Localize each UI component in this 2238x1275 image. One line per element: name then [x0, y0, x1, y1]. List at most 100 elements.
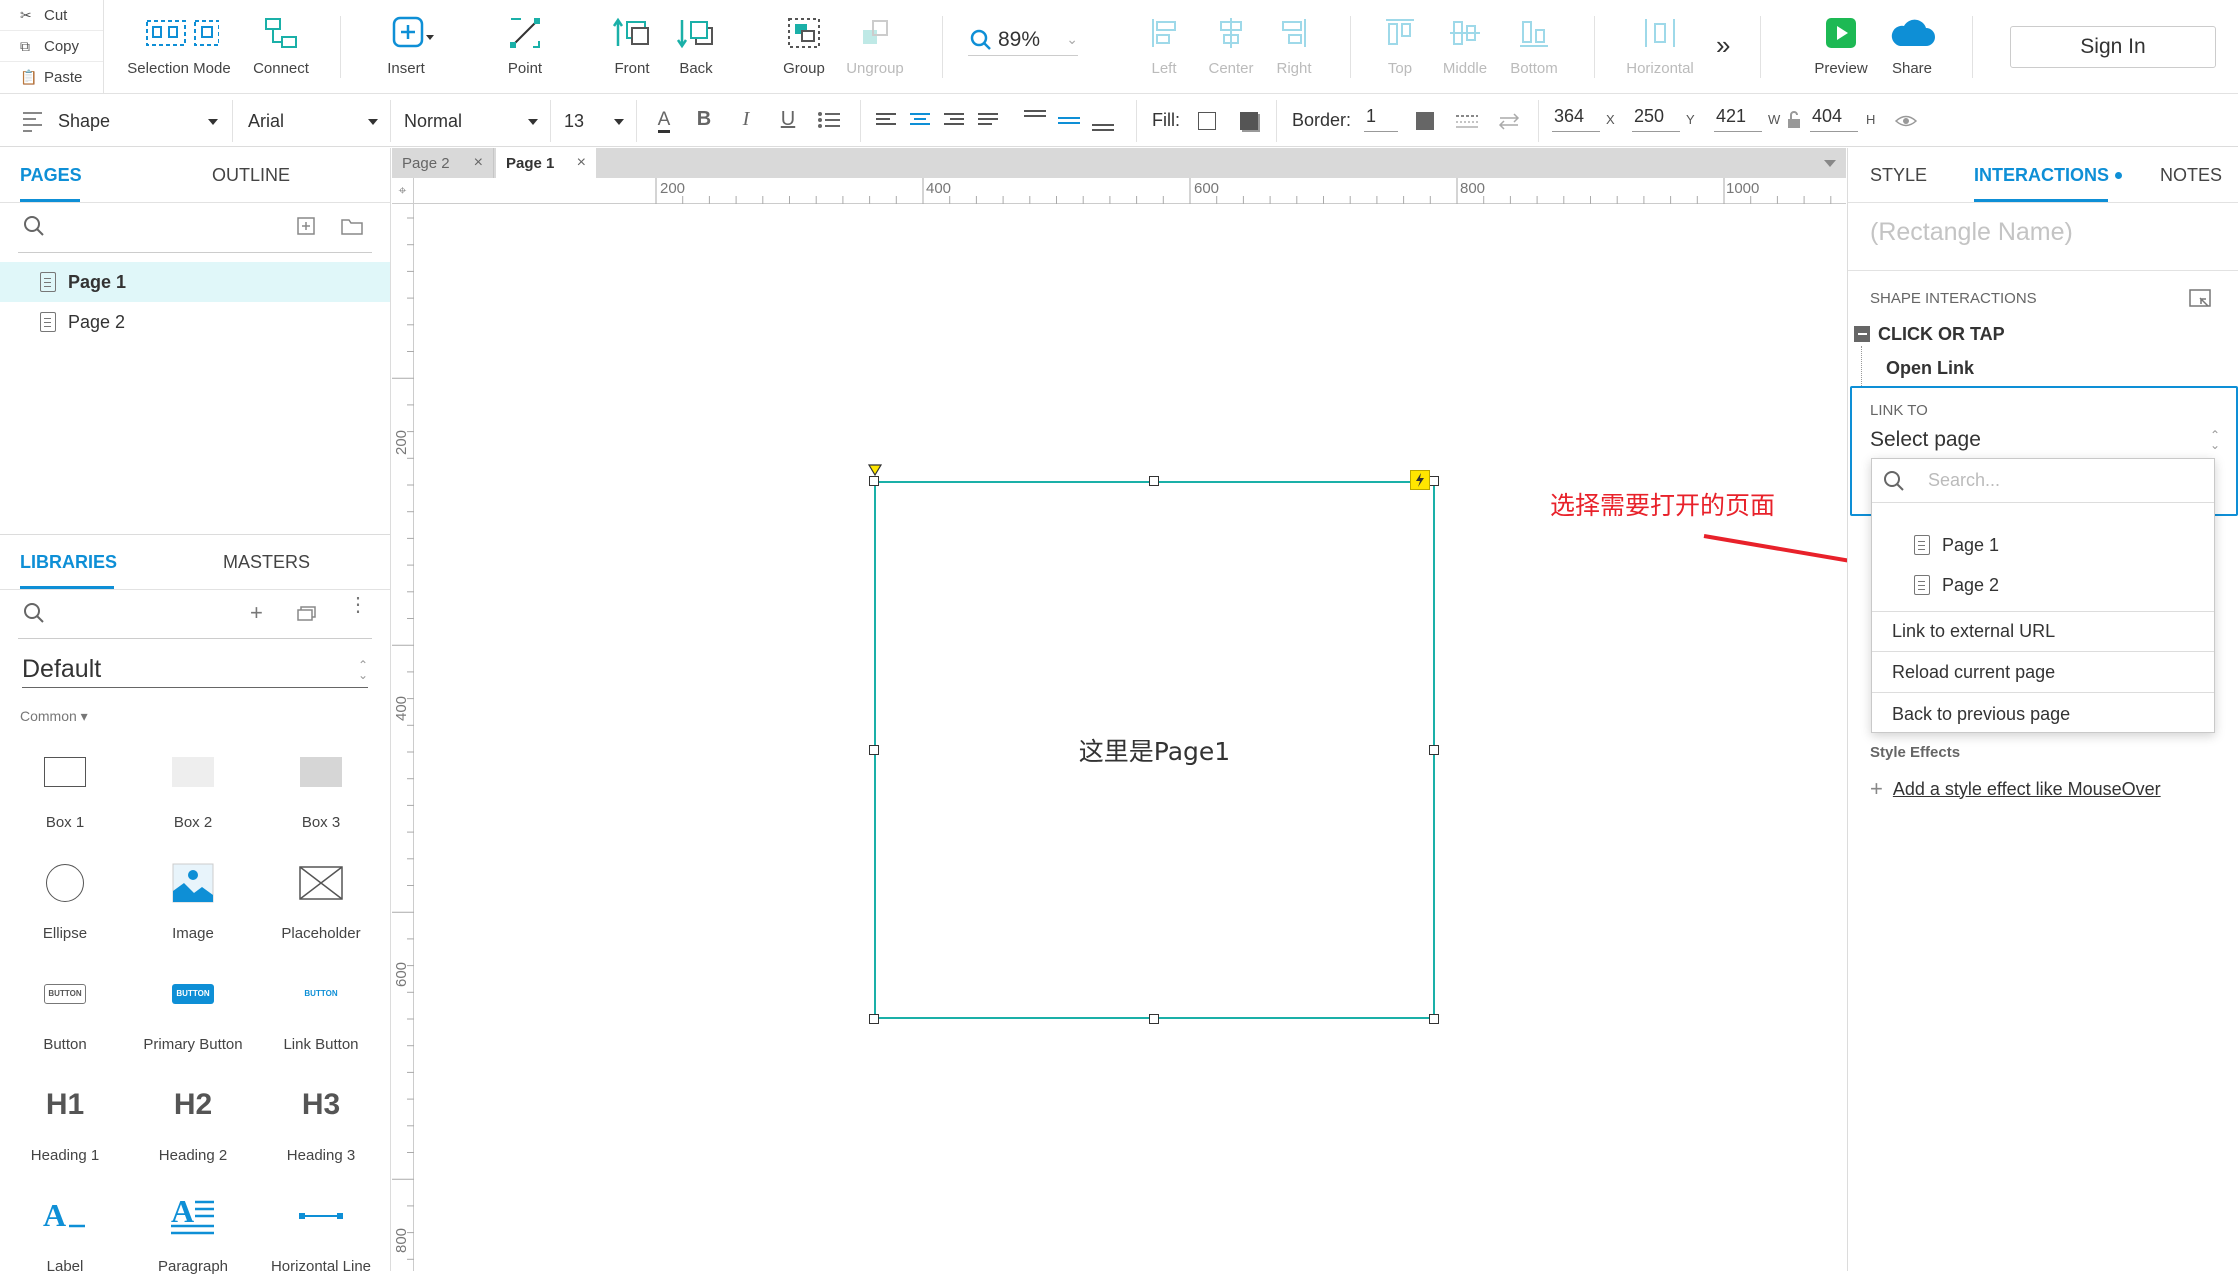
justify-text-button[interactable] — [976, 108, 1004, 132]
shadow-button[interactable] — [1240, 112, 1258, 130]
align-right-button[interactable]: Right — [1272, 14, 1316, 84]
resize-handle[interactable] — [1429, 476, 1439, 486]
close-tab-icon[interactable]: × — [577, 154, 586, 172]
resize-handle[interactable] — [869, 1014, 879, 1024]
align-text-center-button[interactable] — [908, 108, 936, 132]
valign-bottom-button[interactable] — [1090, 108, 1118, 134]
collapse-icon[interactable] — [1854, 326, 1870, 342]
add-library-icon[interactable]: + — [250, 600, 263, 626]
italic-button[interactable]: I — [732, 108, 760, 131]
arrow-style-icon[interactable] — [1496, 110, 1522, 132]
height-input[interactable]: 404 — [1810, 106, 1858, 132]
library-manage-icon[interactable] — [296, 604, 318, 622]
widget-paragraph[interactable]: A Paragraph — [128, 1188, 258, 1275]
corner-radius-handle[interactable] — [867, 463, 883, 479]
front-button[interactable]: Front — [602, 14, 662, 84]
widget-box2[interactable]: Box 2 — [128, 744, 258, 831]
menu-page-item[interactable]: Page 2 — [1872, 565, 2214, 605]
widget-link-button[interactable]: BUTTON Link Button — [256, 966, 386, 1053]
add-style-effect-link[interactable]: + Add a style effect like MouseOver — [1870, 776, 2161, 802]
widget-heading3[interactable]: H3 Heading 3 — [256, 1077, 386, 1164]
x-position-input[interactable]: 364 — [1552, 106, 1600, 132]
selection-mode-button[interactable]: Selection Mode — [124, 14, 234, 84]
widget-primary-button[interactable]: BUTTON Primary Button — [128, 966, 258, 1053]
y-position-input[interactable]: 250 — [1632, 106, 1680, 132]
shape-name-input[interactable]: (Rectangle Name) — [1870, 218, 2073, 247]
point-button[interactable]: Point — [492, 14, 558, 84]
preview-button[interactable]: Preview — [1810, 14, 1872, 84]
valign-top-button[interactable] — [1022, 108, 1050, 134]
resize-handle[interactable] — [1429, 745, 1439, 755]
widget-horizontal-line[interactable]: Horizontal Line — [256, 1188, 386, 1275]
text-color-button[interactable]: A — [650, 108, 678, 133]
border-width-input[interactable]: 1 — [1364, 106, 1398, 132]
tab-page-2[interactable]: Page 2 × — [392, 148, 494, 178]
insert-button[interactable]: Insert — [370, 14, 442, 84]
widget-box3[interactable]: Box 3 — [256, 744, 386, 831]
tab-interactions[interactable]: INTERACTIONS — [1974, 148, 2122, 202]
category-dropdown[interactable]: Common ▾ — [20, 708, 88, 725]
back-button[interactable]: Back — [666, 14, 726, 84]
tab-pages[interactable]: PAGES — [20, 148, 82, 202]
bold-button[interactable]: B — [690, 108, 718, 131]
resize-handle[interactable] — [1149, 1014, 1159, 1024]
resize-handle[interactable] — [1429, 1014, 1439, 1024]
valign-middle-button[interactable] — [1056, 108, 1084, 134]
widget-image[interactable]: Image — [128, 855, 258, 942]
widget-button[interactable]: BUTTON Button — [0, 966, 130, 1053]
tab-outline[interactable]: OUTLINE — [212, 148, 290, 202]
library-select[interactable]: Default ⌃ ⌄ — [22, 652, 368, 688]
menu-external-url[interactable]: Link to external URL — [1872, 612, 2214, 652]
font-family-dropdown[interactable]: Arial — [248, 104, 378, 138]
visibility-eye-icon[interactable] — [1894, 112, 1918, 130]
underline-button[interactable]: U — [774, 108, 802, 131]
bullet-list-button[interactable] — [816, 108, 844, 132]
add-page-icon[interactable] — [296, 216, 316, 236]
align-top-button[interactable]: Top — [1382, 14, 1418, 84]
widget-style-dropdown[interactable]: Shape — [58, 104, 218, 138]
widget-label[interactable]: A Label — [0, 1188, 130, 1275]
selected-rectangle[interactable]: 这里是Page1 — [874, 481, 1435, 1019]
close-tab-icon[interactable]: × — [474, 154, 483, 172]
more-tools-icon[interactable]: » — [1716, 30, 1730, 61]
align-left-button[interactable]: Left — [1146, 14, 1182, 84]
cut-button[interactable]: ✂ Cut — [0, 0, 103, 31]
page-item[interactable]: Page 1 — [0, 262, 390, 302]
distribute-horizontal-button[interactable]: Horizontal — [1620, 14, 1700, 84]
share-button[interactable]: Share — [1882, 14, 1942, 84]
font-size-dropdown[interactable]: 13 — [564, 104, 624, 138]
resize-handle[interactable] — [869, 745, 879, 755]
page-item[interactable]: Page 2 — [0, 302, 390, 342]
menu-back-page[interactable]: Back to previous page — [1872, 694, 2214, 734]
align-middle-button[interactable]: Middle — [1440, 14, 1490, 84]
more-options-icon[interactable]: ⋮ — [348, 595, 368, 615]
align-text-right-button[interactable] — [942, 108, 970, 132]
align-center-button[interactable]: Center — [1206, 14, 1256, 84]
tab-style[interactable]: STYLE — [1870, 148, 1927, 202]
add-folder-icon[interactable] — [340, 216, 364, 236]
sign-in-button[interactable]: Sign In — [2010, 26, 2216, 68]
menu-reload-page[interactable]: Reload current page — [1872, 653, 2214, 693]
menu-search-field[interactable]: Search... — [1872, 459, 2214, 503]
font-style-dropdown[interactable]: Normal — [404, 104, 538, 138]
ungroup-button[interactable]: Ungroup — [842, 14, 908, 84]
search-pages-icon[interactable] — [22, 214, 46, 238]
tab-libraries[interactable]: LIBRARIES — [20, 535, 117, 589]
width-input[interactable]: 421 — [1714, 106, 1762, 132]
resize-handle[interactable] — [1149, 476, 1159, 486]
select-page-dropdown[interactable]: Select page ⌃ ⌄ — [1870, 426, 2220, 454]
menu-page-item[interactable]: Page 1 — [1872, 525, 2214, 565]
connect-button[interactable]: Connect — [244, 14, 318, 84]
copy-button[interactable]: ⧉ Copy — [0, 31, 103, 62]
interaction-lightning-icon[interactable] — [1410, 470, 1430, 490]
widget-ellipse[interactable]: Ellipse — [0, 855, 130, 942]
fill-color-swatch[interactable] — [1198, 112, 1216, 130]
widget-heading1[interactable]: H1 Heading 1 — [0, 1077, 130, 1164]
border-color-swatch[interactable] — [1416, 112, 1434, 130]
border-style-icon[interactable] — [1454, 110, 1480, 132]
search-libraries-icon[interactable] — [22, 601, 46, 625]
tab-page-1[interactable]: Page 1 × — [496, 148, 596, 178]
ruler-origin-icon[interactable]: ⌖ — [392, 178, 414, 204]
widget-box1[interactable]: Box 1 — [0, 744, 130, 831]
align-bottom-button[interactable]: Bottom — [1506, 14, 1562, 84]
